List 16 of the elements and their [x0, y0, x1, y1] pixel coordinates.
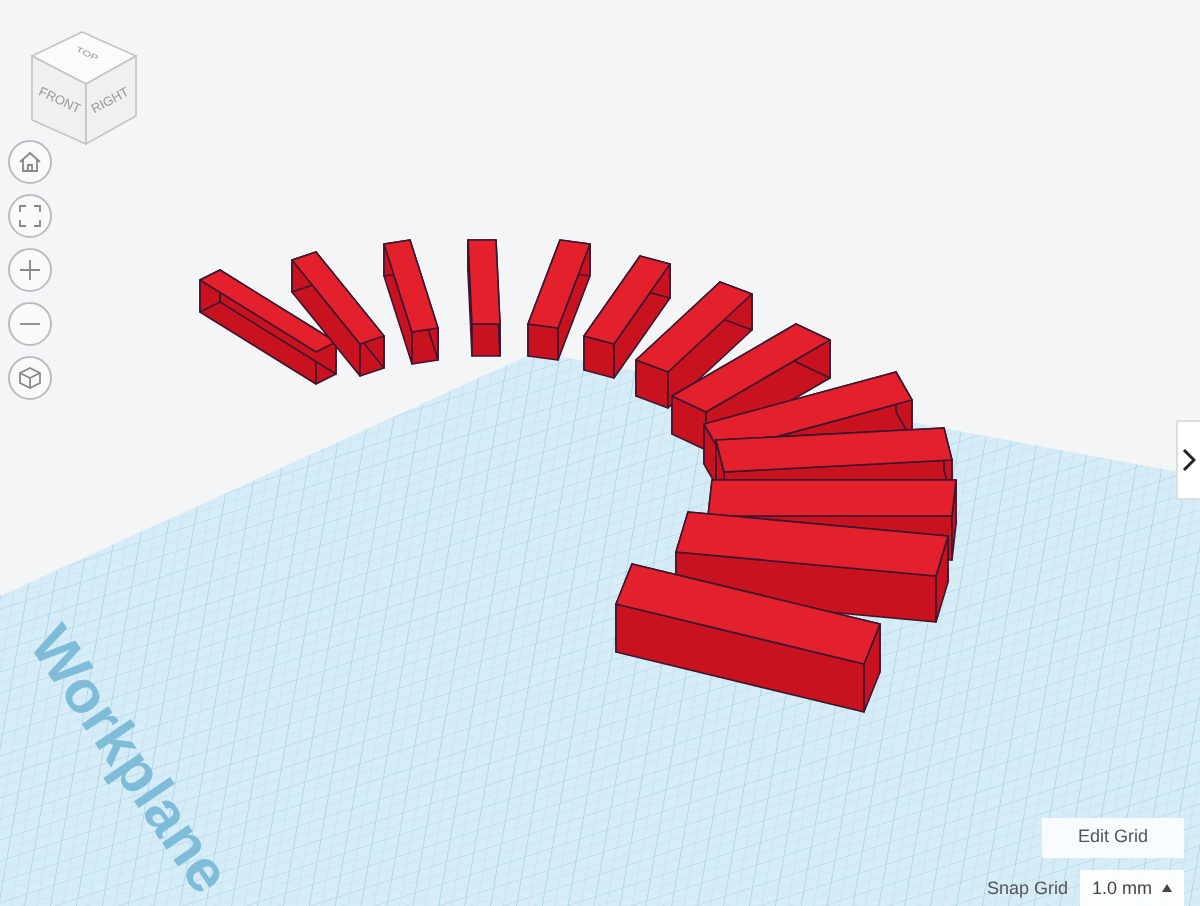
fit-view-icon — [16, 202, 44, 230]
zoom-in-icon — [16, 256, 44, 284]
home-icon — [16, 148, 44, 176]
chevron-right-icon — [1182, 448, 1196, 472]
fit-button[interactable] — [8, 194, 52, 238]
view-cube[interactable] — [30, 31, 138, 146]
snap-grid-label: Snap Grid — [986, 875, 1068, 902]
zoom-out-button[interactable] — [8, 302, 52, 346]
zoom-in-button[interactable] — [8, 248, 52, 292]
home-button[interactable] — [8, 140, 52, 184]
perspective-button[interactable] — [8, 356, 52, 400]
caret-up-icon — [1162, 884, 1172, 893]
edit-grid-button[interactable]: Edit Grid — [1041, 818, 1184, 857]
cube-icon — [16, 364, 44, 392]
panel-toggle-button[interactable] — [1176, 420, 1200, 500]
snap-grid-dropdown[interactable]: 1.0 mm — [1079, 869, 1184, 906]
